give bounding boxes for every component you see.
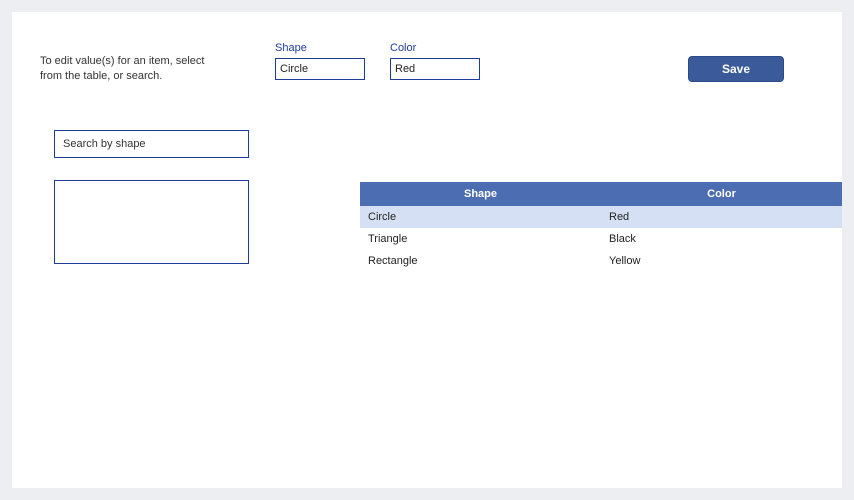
color-input[interactable]	[390, 58, 480, 80]
cell-shape: Triangle	[360, 228, 601, 250]
save-button[interactable]: Save	[688, 56, 784, 82]
search-input[interactable]	[54, 130, 249, 158]
shape-field-group: Shape	[275, 42, 365, 80]
table-header-shape: Shape	[360, 182, 601, 206]
table-row[interactable]: CircleRed	[360, 206, 842, 228]
table-row[interactable]: RectangleYellow	[360, 250, 842, 272]
instructions-text: To edit value(s) for an item, select fro…	[40, 42, 225, 85]
table-body: CircleRedTriangleBlackRectangleYellow	[360, 206, 842, 272]
cell-shape: Circle	[360, 206, 601, 228]
shape-label: Shape	[275, 42, 365, 54]
edit-fields: Shape Color	[275, 42, 480, 80]
search-results-listbox[interactable]	[54, 180, 249, 264]
color-field-group: Color	[390, 42, 480, 80]
shape-input[interactable]	[275, 58, 365, 80]
cell-color: Red	[601, 206, 842, 228]
items-table: Shape Color CircleRedTriangleBlackRectan…	[360, 182, 842, 272]
table-header-row: Shape Color	[360, 182, 842, 206]
cell-color: Yellow	[601, 250, 842, 272]
table-header-color: Color	[601, 182, 842, 206]
color-label: Color	[390, 42, 480, 54]
cell-shape: Rectangle	[360, 250, 601, 272]
table-row[interactable]: TriangleBlack	[360, 228, 842, 250]
main-panel: To edit value(s) for an item, select fro…	[12, 12, 842, 488]
cell-color: Black	[601, 228, 842, 250]
